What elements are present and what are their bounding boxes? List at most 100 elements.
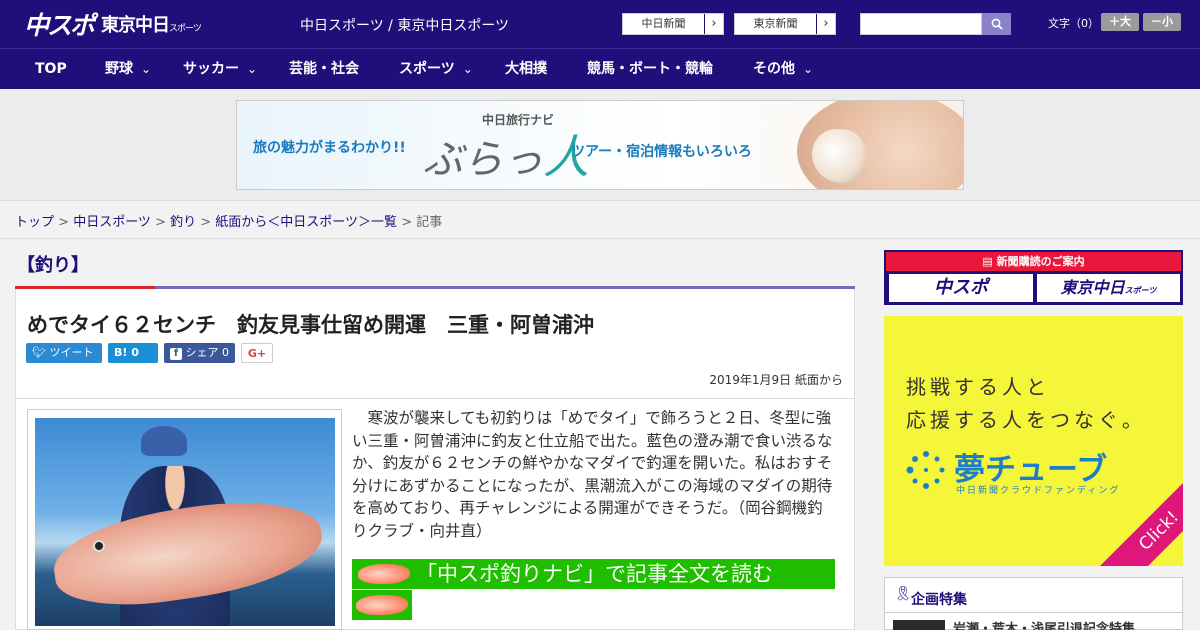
ad-line-1: 挑戦する人と [906,375,1050,399]
tweet-label: ツイート [49,346,94,359]
site-title[interactable]: 中日スポーツ / 東京中日スポーツ [300,15,509,35]
breadcrumb-paper-list[interactable]: 紙面から＜中日スポーツ＞一覧 [215,215,397,230]
hatena-count: 0 [131,346,139,359]
facebook-share-button[interactable]: f シェア 0 [164,343,235,363]
subscribe-tokyo-text: 東京中日 [1060,278,1125,297]
ad-click-ribbon[interactable]: Click! [1093,465,1183,566]
facebook-share-label: シェア [185,346,219,359]
chevron-down-icon: ⌄ [141,62,152,76]
fish-eye [93,540,105,552]
facebook-count: 0 [222,346,229,359]
read-full-article-link[interactable]: 「中スポ釣りナビ」で記事全文を読む [352,559,835,589]
nav-label: 野球 [105,61,133,77]
subscribe-chuspo-button[interactable]: 中スポ [889,274,1033,302]
nav-item-racing[interactable]: 競馬・ボート・競輪 [587,49,713,90]
feature-item-link[interactable]: 岩瀬・荒木・浅尾引退記念特集 [953,618,1135,630]
article-body: 寒波が襲来しても初釣りは「めでタイ」で飾ろうと２日、冬型に強い三重・阿曽浦沖に釣… [15,399,855,630]
nav-label: 競馬・ボート・競輪 [587,61,713,77]
article-text: 寒波が襲来しても初釣りは「めでタイ」で飾ろうと２日、冬型に強い三重・阿曽浦沖に釣… [352,409,833,540]
breadcrumb-separator: > [155,215,171,230]
google-plus-button[interactable]: G+ [241,343,273,363]
nav-label: スポーツ [399,61,455,77]
subscribe-tokyo-chunichi-button[interactable]: 東京中日スポーツ [1037,274,1180,302]
article-date: 2019年1月9日 紙面から [709,373,843,387]
facebook-icon: f [170,348,182,360]
category-label: 【釣り】 [17,255,89,276]
article-header: めでタイ６２センチ 釣友見事仕留め開運 三重・阿曽浦沖 🐦︎ ツイート B! 0… [15,289,855,399]
font-smaller-button[interactable]: －小 [1143,13,1181,31]
chevron-down-icon: ⌄ [247,62,258,76]
logo-tokyo-chunichi[interactable]: 東京中日スポーツ [101,11,202,37]
ad-sub-text: 中日新聞クラウドファンディング [956,486,1121,496]
feature-title: 企画特集 [911,592,967,608]
feature-divider [885,612,1182,613]
feature-thumbnail[interactable] [893,620,945,630]
font-larger-button[interactable]: ＋大 [1101,13,1139,31]
nav-item-sports[interactable]: スポーツ ⌄ [399,49,473,90]
nav-item-baseball[interactable]: 野球 ⌄ [105,49,151,90]
article-title: めでタイ６２センチ 釣友見事仕留め開運 三重・阿曽浦沖 [27,313,594,337]
subscription-box: ▤ 新聞購読のご案内 中スポ 東京中日スポーツ [884,250,1183,305]
banner-brand-text: ぶらっ [423,137,543,183]
fish-icon [356,595,408,615]
search-button[interactable] [982,13,1011,35]
divider [0,238,1200,239]
twitter-icon: 🐦︎ [32,346,46,359]
read-more-continuation[interactable] [352,590,412,620]
breadcrumb-separator: > [58,215,74,230]
logo-tokyo-text: 東京中日 [101,15,170,36]
ribbon-icon: 🎗︎ [894,586,912,602]
tweet-button[interactable]: 🐦︎ ツイート [26,343,102,363]
nav-label: 大相撲 [505,61,547,77]
main-nav: TOP 野球 ⌄ サッカー ⌄ 芸能・社会 スポーツ ⌄ 大相撲 競馬・ボート・競輪 … [0,48,1200,89]
article-photo-frame [27,409,342,630]
logo-tokyo-small: スポーツ [169,24,202,34]
hatena-bookmark-button[interactable]: B! 0 [108,343,158,363]
nav-label: サッカー [183,61,239,77]
nav-label: その他 [753,61,795,77]
breadcrumb-fishing[interactable]: 釣り [170,215,196,230]
breadcrumb: トップ > 中日スポーツ > 釣り > 紙面から＜中日スポーツ＞一覧 > 記事 [15,211,442,230]
breadcrumb-current: 記事 [416,215,443,230]
nav-item-other[interactable]: その他 ⌄ [753,49,813,90]
nav-item-sumo[interactable]: 大相撲 [505,49,547,90]
logo-chuspo[interactable]: 中スポ [24,6,95,42]
chevron-down-icon: ⌄ [462,62,473,76]
chunichi-shimbun-label: 中日新聞 [623,14,705,34]
yume-tube-ad[interactable]: 挑戦する人と 応援する人をつなぐ。 夢チューブ 中日新聞クラウドファンディング … [884,316,1183,566]
nav-item-top[interactable]: TOP [35,49,67,90]
banner-left-text: 旅の魅力がまるわかり!! [253,140,406,156]
article-photo[interactable] [35,418,335,626]
tokyo-shimbun-button[interactable]: 東京新聞 › [734,13,836,35]
subscription-title-text: 新聞購読のご案内 [996,255,1085,268]
site-logo[interactable]: 中スポ 東京中日スポーツ [24,6,202,42]
newspaper-icon: ▤ [982,255,993,268]
nav-item-entertainment[interactable]: 芸能・社会 [289,49,359,90]
chevron-right-icon: › [711,16,717,31]
breadcrumb-separator: > [200,215,216,230]
subscribe-tokyo-small: スポーツ [1124,286,1157,295]
banner-brand-logo: ぶらっ人 [423,121,589,187]
chunichi-shimbun-button[interactable]: 中日新聞 › [622,13,724,35]
subscription-title: ▤ 新聞購読のご案内 [886,252,1181,271]
tokyo-shimbun-label: 東京新聞 [735,14,817,34]
feature-section: 🎗︎ 企画特集 岩瀬・荒木・浅尾引退記念特集 [884,577,1183,630]
breadcrumb-chunichi-sports[interactable]: 中日スポーツ [73,215,151,230]
red-snapper-fish [48,489,328,617]
angler-hat [141,426,187,456]
dots-logo-icon [906,451,945,489]
breadcrumb-separator: > [401,215,417,230]
search-icon [991,18,1003,30]
breadcrumb-top[interactable]: トップ [15,215,54,230]
font-size-label: 文字（0） [1048,17,1099,30]
banner-right-text: ツアー・宿泊情報もいろいろ [571,144,752,160]
travel-navi-banner-ad[interactable]: 旅の魅力がまるわかり!! 中日旅行ナビ ぶらっ人 ツアー・宿泊情報もいろいろ [236,100,964,190]
search-input[interactable] [860,13,982,35]
read-more-label: 「中スポ釣りナビ」で記事全文を読む [416,562,773,586]
hatena-icon: B! [114,346,128,359]
fish-icon [358,564,410,584]
top-header-bar: 中スポ 東京中日スポーツ 中日スポーツ / 東京中日スポーツ 中日新聞 › 東京… [0,0,1200,48]
chevron-right-icon: › [823,16,829,31]
chevron-down-icon: ⌄ [803,62,814,76]
nav-item-soccer[interactable]: サッカー ⌄ [183,49,257,90]
